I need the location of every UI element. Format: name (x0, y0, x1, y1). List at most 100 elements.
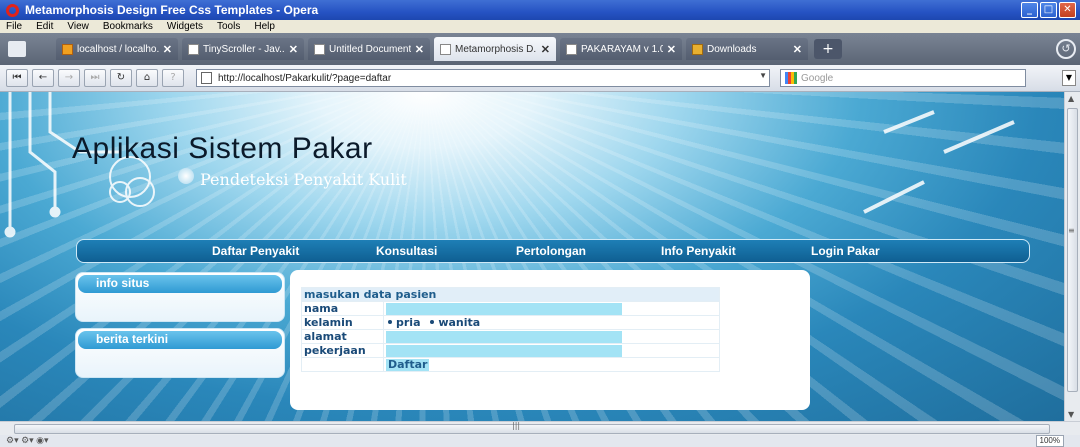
registration-form: masukan data pasien nama kelamin pria wa… (301, 287, 720, 372)
tab-label: Untitled Document (329, 43, 411, 55)
tab-pakarayam[interactable]: PAKARAYAM v 1.0 ✕ (560, 38, 682, 60)
google-icon (785, 72, 797, 84)
fast-forward-button[interactable]: ⏭ (84, 69, 106, 87)
tab-label: Metamorphosis D... (455, 43, 537, 55)
content-panel: masukan data pasien nama kelamin pria wa… (290, 270, 810, 410)
phpmyadmin-icon (62, 43, 73, 55)
tab-close-icon[interactable]: ✕ (163, 43, 172, 56)
address-bar[interactable]: http://localhost/Pakarkulit/?page=daftar… (196, 69, 770, 87)
form-heading-row: masukan data pasien (301, 287, 720, 302)
site-subtitle: Pendeteksi Penyakit Kulit (200, 170, 407, 189)
chevron-down-icon[interactable]: ▼ (1062, 70, 1076, 86)
radio-wanita-label: wanita (438, 316, 481, 329)
scroll-grip-icon: ||| (512, 421, 521, 430)
tab-label: PAKARAYAM v 1.0 (581, 43, 663, 55)
tab-close-icon[interactable]: ✕ (667, 43, 676, 56)
tab-label: localhost / localho... (77, 43, 159, 55)
nav-login-pakar[interactable]: Login Pakar (811, 244, 880, 258)
menu-edit[interactable]: Edit (36, 21, 53, 32)
page-icon (188, 43, 199, 55)
nav-info-penyakit[interactable]: Info Penyakit (661, 244, 736, 258)
tab-downloads[interactable]: Downloads ✕ (686, 38, 808, 60)
label-nama: nama (301, 301, 384, 316)
scroll-down-icon[interactable]: ▼ (1068, 410, 1074, 419)
new-tab-button[interactable]: + (814, 39, 842, 59)
menu-tools[interactable]: Tools (217, 21, 240, 32)
page-icon (314, 43, 325, 55)
tab-close-icon[interactable]: ✕ (415, 43, 424, 56)
tab-bar: localhost / localho... ✕ TinyScroller - … (0, 33, 1080, 65)
tab-localhost[interactable]: localhost / localho... ✕ (56, 38, 178, 60)
menu-view[interactable]: View (67, 21, 89, 32)
vertical-scroll-thumb[interactable] (1067, 108, 1078, 392)
home-button[interactable]: ⌂ (136, 69, 158, 87)
label-pekerjaan: pekerjaan (301, 343, 384, 358)
page-icon (440, 43, 451, 55)
sidebox-header: info situs (78, 275, 282, 293)
search-field[interactable]: Google (780, 69, 1026, 87)
tab-label: TinyScroller - Jav... (203, 43, 285, 55)
tab-tinyscroller[interactable]: TinyScroller - Jav... ✕ (182, 38, 304, 60)
window-titlebar: Metamorphosis Design Free Css Templates … (0, 0, 1080, 20)
sidebox-berita-terkini: berita terkini (75, 328, 285, 378)
tab-metamorphosis[interactable]: Metamorphosis D... ✕ (434, 37, 556, 61)
horizontal-scrollbar[interactable]: ||| (0, 421, 1080, 435)
label-alamat: alamat (301, 329, 384, 344)
label-kelamin: kelamin (301, 315, 384, 330)
maximize-button[interactable]: □ (1040, 2, 1057, 18)
menu-bar: File Edit View Bookmarks Widgets Tools H… (0, 20, 1080, 33)
window-title: Metamorphosis Design Free Css Templates … (25, 3, 319, 17)
vertical-scrollbar[interactable]: ▲ ≡ ▼ (1064, 92, 1080, 421)
nama-input[interactable] (386, 302, 622, 315)
reload-button[interactable]: ↻ (110, 69, 132, 87)
scroll-up-icon[interactable]: ▲ (1068, 94, 1074, 103)
trash-icon[interactable]: ↺ (1056, 39, 1076, 59)
zoom-level[interactable]: 100% (1035, 435, 1064, 447)
menu-help[interactable]: Help (254, 21, 275, 32)
nav-daftar-penyakit[interactable]: Daftar Penyakit (212, 244, 299, 258)
close-button[interactable]: ✕ (1059, 2, 1076, 18)
address-text: http://localhost/Pakarkulit/?page=daftar (218, 72, 392, 84)
sidebox-header: berita terkini (78, 331, 282, 349)
menu-file[interactable]: File (6, 21, 22, 32)
form-row-alamat: alamat (301, 329, 720, 344)
rewind-button[interactable]: ⏮ (6, 69, 28, 87)
panel-toggle-button[interactable] (8, 41, 26, 57)
swoosh-decoration (863, 110, 1015, 214)
site-nav: Daftar Penyakit Konsultasi Pertolongan I… (76, 239, 1030, 263)
nav-konsultasi[interactable]: Konsultasi (376, 244, 437, 258)
menu-bookmarks[interactable]: Bookmarks (103, 21, 153, 32)
tab-untitled-document[interactable]: Untitled Document ✕ (308, 38, 430, 60)
tab-close-icon[interactable]: ✕ (793, 43, 802, 56)
back-button[interactable]: ← (32, 69, 54, 87)
forward-button[interactable]: → (58, 69, 80, 87)
form-row-submit: Daftar (301, 357, 720, 372)
navigation-bar: ⏮ ← → ⏭ ↻ ⌂ ? http://localhost/Pakarkuli… (0, 65, 1080, 92)
scroll-grip-icon: ≡ (1068, 226, 1075, 235)
tab-close-icon[interactable]: ✕ (289, 43, 298, 56)
opera-logo-icon (6, 3, 19, 17)
security-icon[interactable]: ? (162, 69, 184, 87)
tab-close-icon[interactable]: ✕ (541, 43, 550, 56)
daftar-button[interactable]: Daftar (386, 359, 430, 371)
radio-wanita[interactable] (430, 320, 435, 324)
pekerjaan-input[interactable] (386, 344, 622, 357)
alamat-input[interactable] (386, 330, 622, 343)
minimize-button[interactable]: _ (1021, 2, 1038, 18)
sidebox-info-situs: info situs (75, 272, 285, 322)
downloads-icon (692, 43, 703, 55)
form-row-kelamin: kelamin pria wanita (301, 315, 720, 330)
sidebox-title: berita terkini (96, 332, 169, 346)
status-icons: ⚙▾ ⚙▾ ◉▾ (6, 435, 49, 445)
window-controls: _ □ ✕ (1021, 2, 1076, 18)
page-icon (566, 43, 577, 55)
page-icon (201, 72, 212, 84)
search-placeholder: Google (801, 72, 834, 84)
horizontal-scroll-thumb[interactable] (14, 424, 1050, 434)
chevron-down-icon[interactable]: ▼ (759, 71, 767, 80)
radio-pria[interactable] (388, 320, 392, 324)
nav-pertolongan[interactable]: Pertolongan (516, 244, 586, 258)
page-viewport: Aplikasi Sistem Pakar Pendeteksi Penyaki… (0, 92, 1064, 421)
menu-widgets[interactable]: Widgets (167, 21, 203, 32)
tab-label: Downloads (707, 43, 757, 55)
